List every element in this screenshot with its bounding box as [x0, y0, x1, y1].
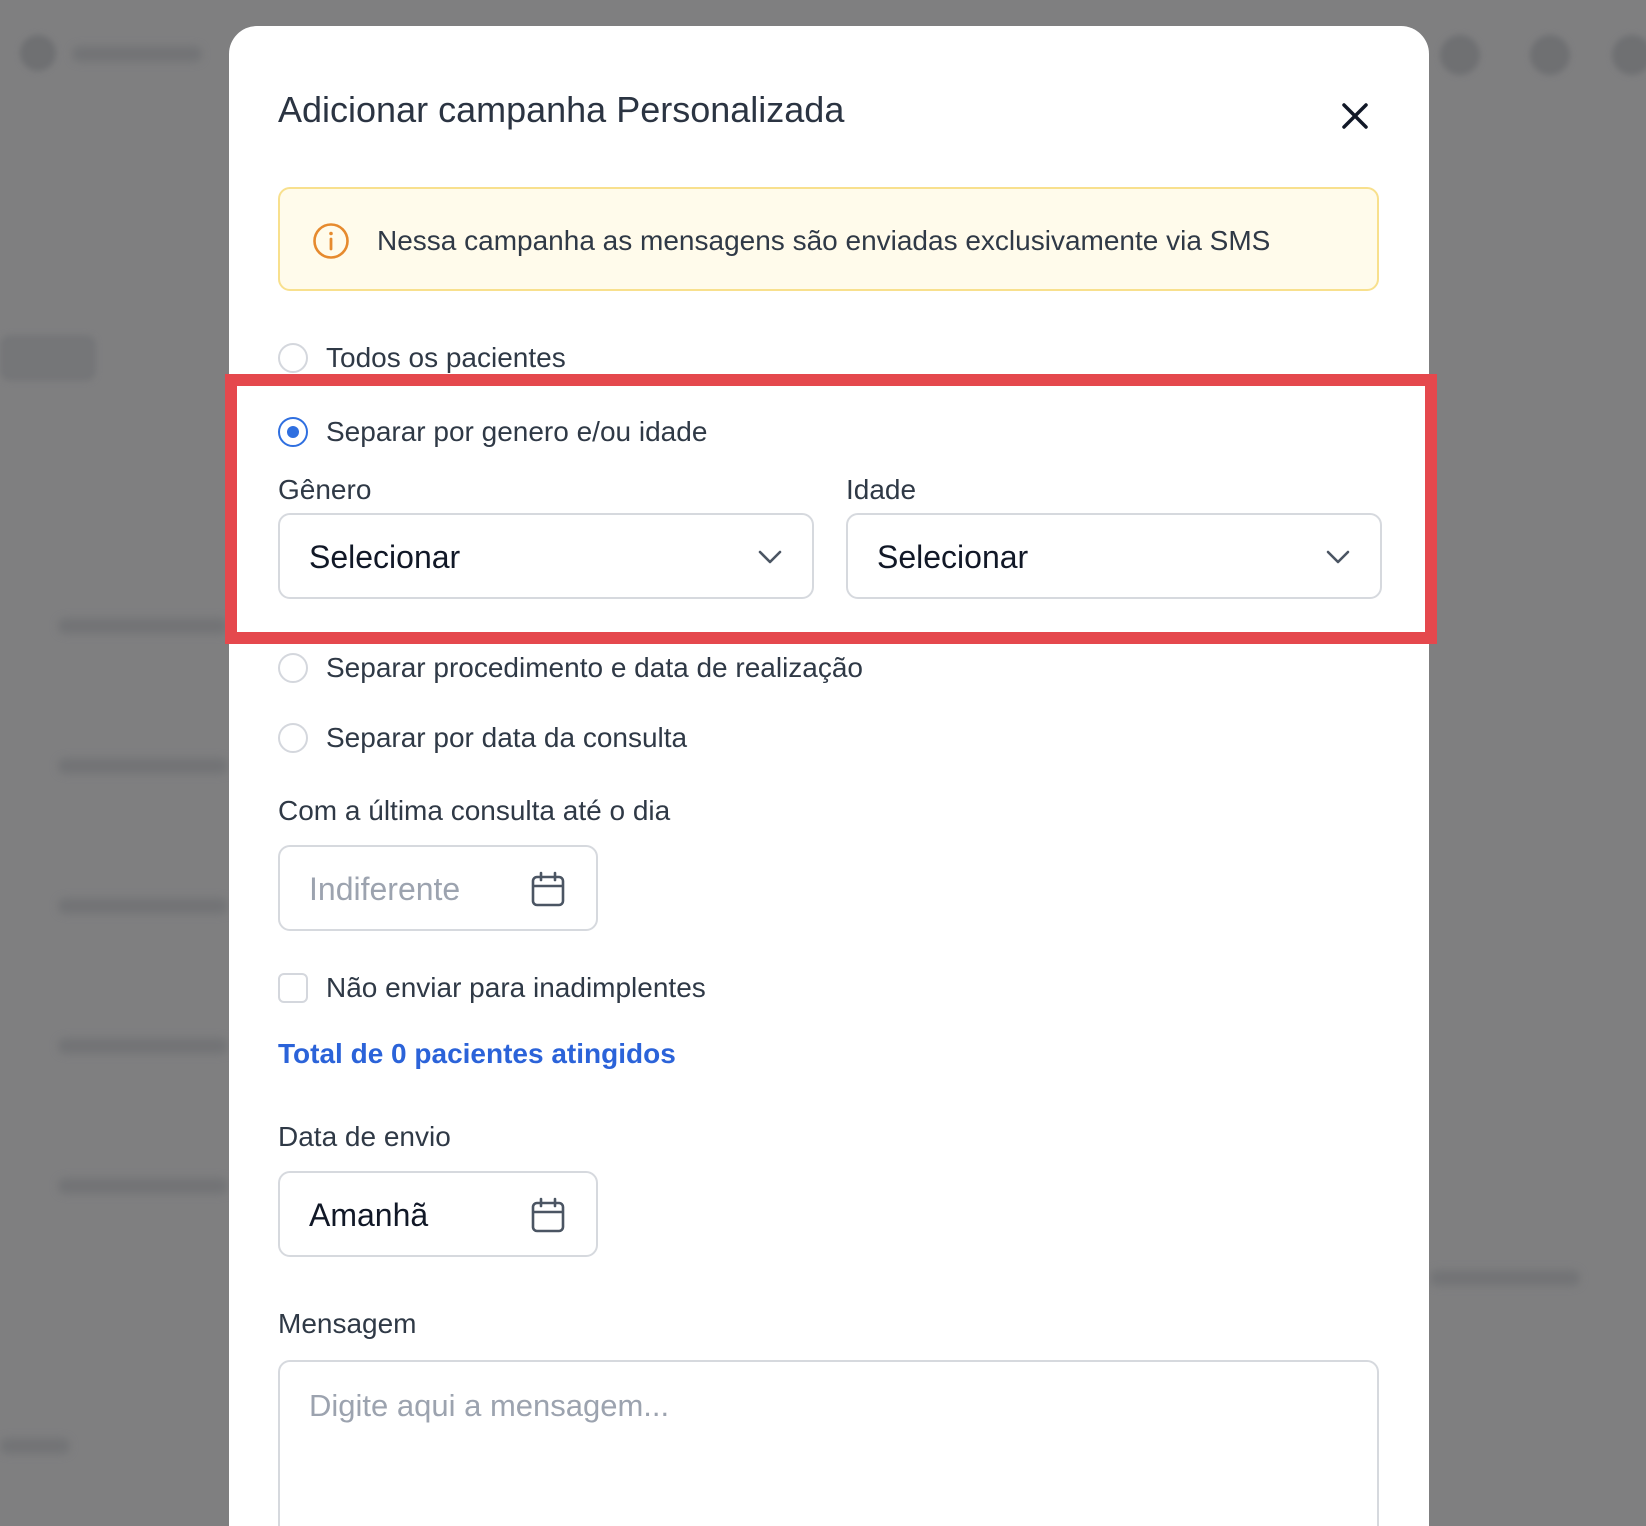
send-date-value: Amanhã: [309, 1197, 429, 1233]
background-icon: [1440, 35, 1480, 75]
send-date-input[interactable]: Amanhã: [278, 1171, 598, 1257]
background-row: [58, 618, 228, 634]
background-avatar: [20, 35, 56, 71]
modal-title: Adicionar campanha Personalizada: [278, 89, 845, 130]
radio-label: Todos os pacientes: [326, 342, 566, 373]
radio-label: Separar por data da consulta: [326, 722, 688, 753]
chevron-down-icon: [758, 550, 782, 564]
info-icon: [313, 223, 349, 259]
total-patients-link[interactable]: Total de 0 pacientes atingidos: [278, 1038, 676, 1070]
last-visit-label: Com a última consulta até o dia: [278, 795, 671, 826]
radio-all-patients[interactable]: Todos os pacientes: [278, 340, 566, 376]
close-button[interactable]: [1335, 96, 1375, 136]
message-textarea[interactable]: [278, 1360, 1379, 1526]
gender-select-value: Selecionar: [309, 539, 461, 575]
exclude-defaulters-checkbox-row[interactable]: Não enviar para inadimplentes: [278, 970, 706, 1006]
background-row: [1430, 1270, 1580, 1286]
radio-label: Separar por genero e/ou idade: [326, 416, 708, 447]
background-icon: [1612, 35, 1646, 75]
sms-alert: Nessa campanha as mensagens são enviadas…: [278, 187, 1379, 291]
background-icon: [1530, 35, 1570, 75]
message-label: Mensagem: [278, 1308, 417, 1339]
chevron-down-icon: [1326, 550, 1350, 564]
radio-circle[interactable]: [278, 653, 308, 683]
last-visit-placeholder: Indiferente: [309, 871, 461, 907]
gender-select[interactable]: Selecionar: [278, 513, 814, 599]
calendar-icon: [531, 1197, 565, 1233]
checkbox-label: Não enviar para inadimplentes: [326, 972, 706, 1003]
exclude-defaulters-checkbox[interactable]: [278, 973, 308, 1003]
background-text: [72, 46, 202, 62]
radio-circle[interactable]: [278, 343, 308, 373]
close-icon: [1342, 103, 1368, 129]
age-label: Idade: [846, 474, 917, 505]
background-row: [58, 898, 228, 914]
alert-text: Nessa campanha as mensagens são enviadas…: [377, 225, 1271, 256]
radio-consultation-date[interactable]: Separar por data da consulta: [278, 720, 687, 756]
age-select[interactable]: Selecionar: [846, 513, 1382, 599]
last-visit-date-input[interactable]: Indiferente: [278, 845, 598, 931]
radio-gender-age[interactable]: Separar por genero e/ou idade: [278, 414, 707, 450]
campaign-modal: Adicionar campanha Personalizada Nessa c…: [229, 26, 1429, 1526]
background-row: [58, 1178, 228, 1194]
radio-label: Separar procedimento e data de realizaçã…: [326, 652, 864, 683]
send-date-label: Data de envio: [278, 1121, 451, 1152]
radio-circle-selected[interactable]: [278, 417, 308, 447]
radio-circle[interactable]: [278, 723, 308, 753]
background-row: [0, 1438, 70, 1454]
calendar-icon: [531, 871, 565, 907]
background-row: [58, 758, 228, 774]
radio-procedure-date[interactable]: Separar procedimento e data de realizaçã…: [278, 650, 863, 686]
background-tab: [0, 335, 96, 381]
background-row: [58, 1038, 228, 1054]
age-select-value: Selecionar: [877, 539, 1029, 575]
gender-label: Gênero: [278, 474, 372, 505]
